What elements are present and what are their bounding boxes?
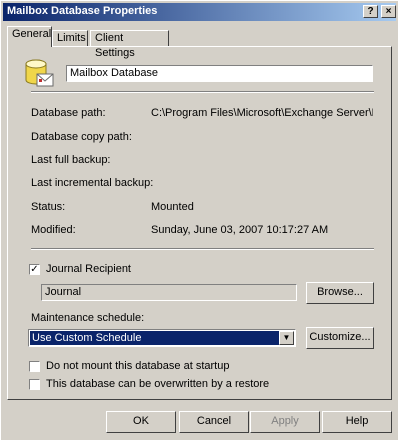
- help-button[interactable]: Help: [322, 411, 392, 433]
- maintenance-schedule-label: Maintenance schedule:: [31, 312, 145, 324]
- customize-button[interactable]: Customize...: [306, 327, 374, 349]
- database-name-input[interactable]: Mailbox Database: [66, 65, 373, 82]
- overwrite-label[interactable]: This database can be overwritten by a re…: [46, 378, 269, 390]
- chevron-down-icon[interactable]: ▼: [279, 331, 294, 345]
- title-bar[interactable]: Mailbox Database Properties ? ×: [3, 3, 396, 21]
- status-value: Mounted: [151, 201, 194, 213]
- journal-recipient-label[interactable]: Journal Recipient: [46, 263, 131, 275]
- maintenance-schedule-select[interactable]: Use Custom Schedule ▼: [28, 329, 296, 347]
- no-mount-checkbox[interactable]: [29, 361, 40, 372]
- window-title: Mailbox Database Properties: [7, 5, 158, 17]
- status-label: Status:: [31, 201, 66, 213]
- tab-client-settings[interactable]: Client Settings: [90, 30, 169, 59]
- help-icon[interactable]: ?: [363, 5, 378, 18]
- close-icon[interactable]: ×: [381, 5, 396, 18]
- journal-recipient-field[interactable]: Journal: [41, 284, 297, 301]
- database-path-label: Database path:: [31, 107, 106, 119]
- properties-dialog: Mailbox Database Properties ? × General …: [0, 0, 399, 441]
- no-mount-label[interactable]: Do not mount this database at startup: [46, 360, 229, 372]
- cancel-button[interactable]: Cancel: [179, 411, 249, 433]
- separator: [31, 91, 374, 93]
- tab-limits[interactable]: Limits: [52, 30, 88, 46]
- database-path-value: C:\Program Files\Microsoft\Exchange Serv…: [151, 107, 373, 119]
- journal-recipient-checkbox[interactable]: ✓: [29, 264, 40, 275]
- last-incremental-backup-label: Last incremental backup:: [31, 177, 154, 189]
- tab-general[interactable]: General: [7, 26, 52, 47]
- maintenance-schedule-value: Use Custom Schedule: [30, 331, 279, 345]
- last-full-backup-label: Last full backup:: [31, 154, 111, 166]
- separator: [31, 248, 374, 250]
- modified-label: Modified:: [31, 224, 76, 236]
- modified-value: Sunday, June 03, 2007 10:17:27 AM: [151, 224, 329, 236]
- apply-button[interactable]: Apply: [250, 411, 320, 433]
- browse-button[interactable]: Browse...: [306, 282, 374, 304]
- mailbox-database-icon: [25, 59, 54, 87]
- overwrite-checkbox[interactable]: [29, 379, 40, 390]
- ok-button[interactable]: OK: [106, 411, 176, 433]
- database-copy-path-label: Database copy path:: [31, 131, 132, 143]
